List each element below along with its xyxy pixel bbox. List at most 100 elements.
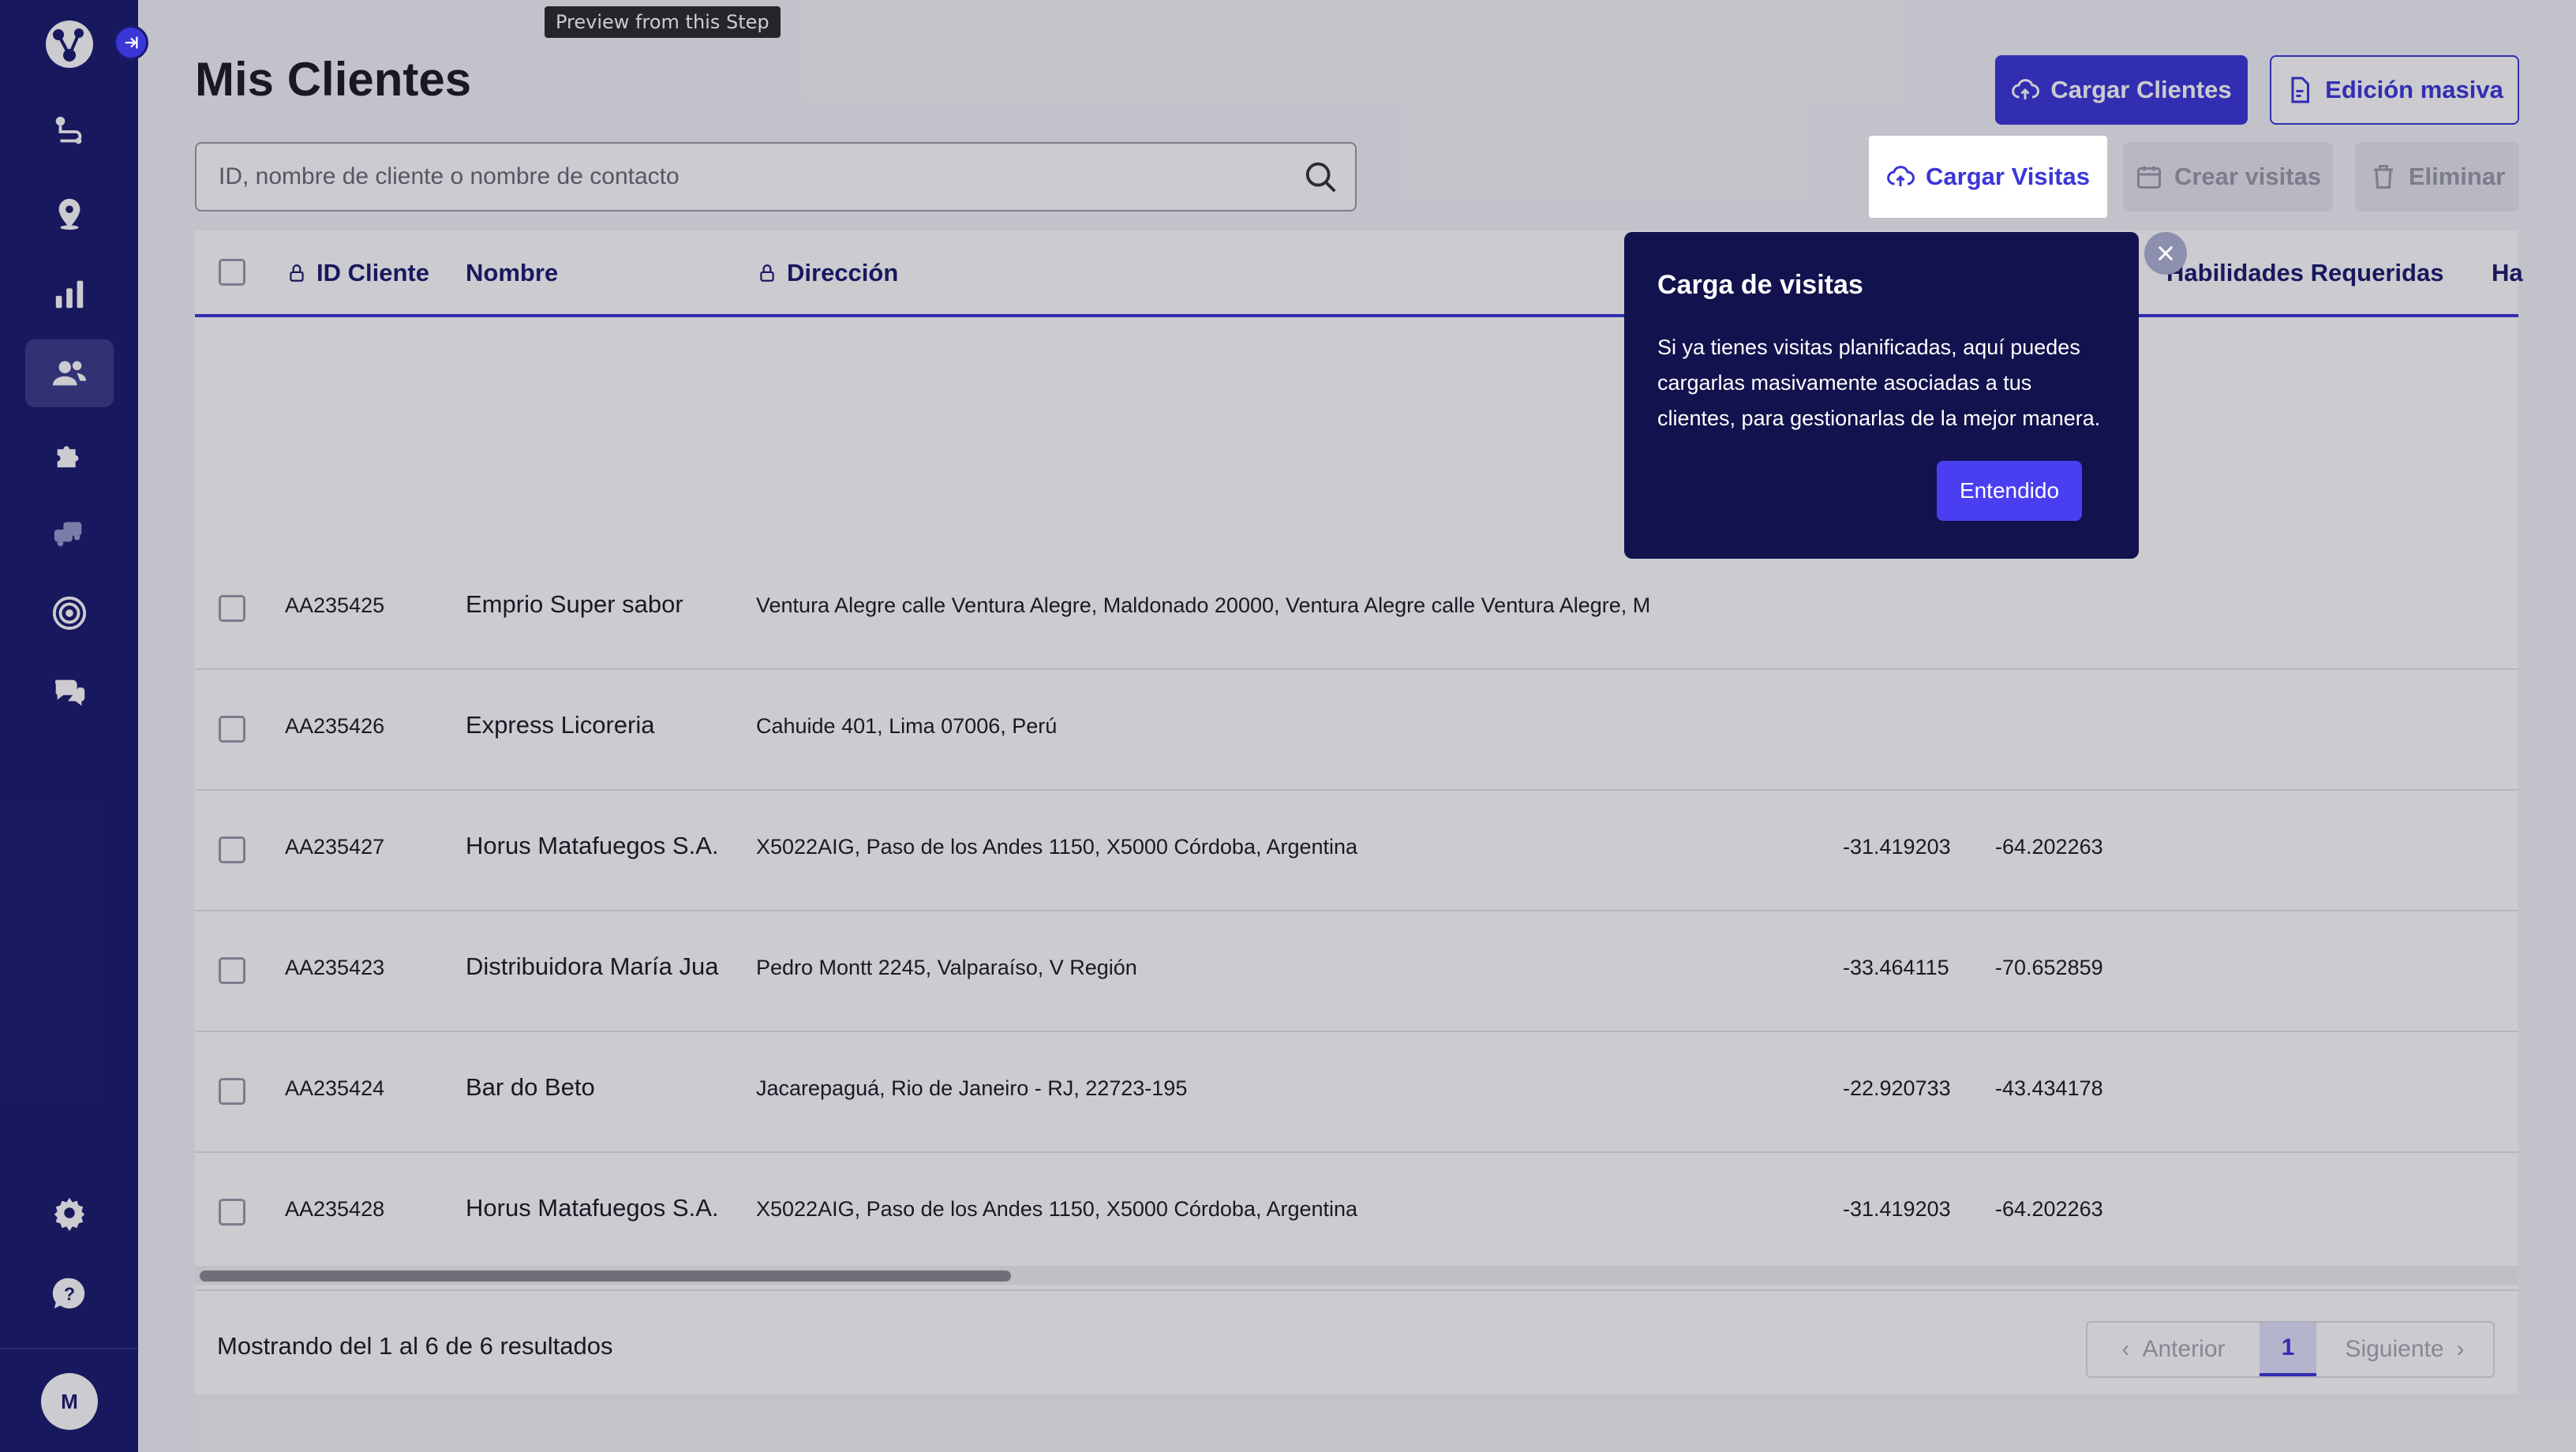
cargar-visitas-button[interactable]: Cargar Visitas xyxy=(1869,136,2107,218)
eliminar-label: Eliminar xyxy=(2408,163,2506,190)
row-checkbox[interactable] xyxy=(219,836,245,863)
onboarding-popover: Carga de visitas Si ya tienes visitas pl… xyxy=(1624,232,2139,559)
cell-direccion: X5022AIG, Paso de los Andes 1150, X5000 … xyxy=(756,1197,1358,1221)
chat-bubbles-icon xyxy=(54,679,85,706)
user-avatar[interactable]: M xyxy=(41,1373,98,1430)
cargar-clientes-label: Cargar Clientes xyxy=(2050,76,2232,103)
sidebar-item-analytics[interactable] xyxy=(25,260,114,328)
entendido-button[interactable]: Entendido xyxy=(1937,461,2082,521)
pagination-prev-button[interactable]: ‹ Anterior xyxy=(2087,1323,2260,1376)
row-checkbox[interactable] xyxy=(219,1199,245,1226)
sidebar-item-routes[interactable] xyxy=(25,98,114,166)
crear-visitas-button[interactable]: Crear visitas xyxy=(2123,142,2333,211)
table-row[interactable]: AA235426 Express Licoreria Cahuide 401, … xyxy=(195,670,2518,791)
popover-body: Si ya tienes visitas planificadas, aquí … xyxy=(1657,335,2101,430)
sidebar-item-integrations[interactable] xyxy=(25,420,114,488)
arrow-right-icon xyxy=(125,36,138,49)
cell-id: AA235425 xyxy=(285,593,385,617)
bar-chart-icon xyxy=(55,280,84,309)
cell-longitude: -64.202263 xyxy=(1995,835,2103,859)
cell-direccion: X5022AIG, Paso de los Andes 1150, X5000 … xyxy=(756,835,1358,859)
results-count: Mostrando del 1 al 6 de 6 resultados xyxy=(217,1332,613,1360)
lock-icon xyxy=(290,264,304,282)
chevron-right-icon: › xyxy=(2456,1336,2465,1362)
cell-direccion: Ventura Alegre calle Ventura Alegre, Mal… xyxy=(756,593,1651,617)
sidebar-item-chat[interactable] xyxy=(25,658,114,726)
row-checkbox[interactable] xyxy=(219,1078,245,1105)
column-header-ha[interactable]: Ha xyxy=(2492,259,2523,287)
sidebar-item-clients[interactable] xyxy=(25,339,114,407)
pagination-prev-label: Anterior xyxy=(2142,1336,2226,1362)
gear-icon xyxy=(54,1197,85,1231)
column-header-direccion[interactable]: Dirección xyxy=(757,259,898,287)
chevron-left-icon: ‹ xyxy=(2121,1336,2130,1362)
cell-direccion: Jacarepaguá, Rio de Janeiro - RJ, 22723-… xyxy=(756,1076,1188,1100)
column-ha-label: Ha xyxy=(2492,259,2523,286)
sidebar-item-fleet[interactable] xyxy=(25,499,114,567)
sidebar-item-map[interactable] xyxy=(25,180,114,248)
sidebar-item-settings[interactable] xyxy=(25,1179,114,1247)
crear-visitas-label: Crear visitas xyxy=(2174,163,2322,190)
cell-latitude: -31.419203 xyxy=(1843,1197,1951,1221)
cell-nombre: Bar do Beto xyxy=(466,1073,595,1101)
pagination-page-current[interactable]: 1 xyxy=(2260,1323,2316,1376)
brand-logo-icon[interactable] xyxy=(43,17,96,71)
puzzle-icon xyxy=(57,446,79,468)
row-checkbox[interactable] xyxy=(219,595,245,622)
row-checkbox[interactable] xyxy=(219,716,245,743)
sidebar-item-help[interactable]: ? xyxy=(25,1259,114,1327)
table-row[interactable]: AA235428 Horus Matafuegos S.A. X5022AIG,… xyxy=(195,1153,2518,1274)
trash-icon xyxy=(2373,165,2393,189)
cargar-clientes-button[interactable]: Cargar Clientes xyxy=(1995,55,2248,125)
cell-id: AA235428 xyxy=(285,1197,385,1221)
column-header-id[interactable]: ID Cliente xyxy=(286,259,429,287)
cell-direccion: Pedro Montt 2245, Valparaíso, V Región xyxy=(756,956,1137,979)
search-bar xyxy=(195,142,1357,211)
signal-icon xyxy=(52,596,87,631)
cargar-visitas-label: Cargar Visitas xyxy=(1926,163,2090,190)
cell-direccion: Cahuide 401, Lima 07006, Perú xyxy=(756,714,1058,738)
eliminar-button[interactable]: Eliminar xyxy=(2355,142,2519,211)
horizontal-scrollbar-thumb[interactable] xyxy=(200,1270,1011,1282)
table-row[interactable]: AA235427 Horus Matafuegos S.A. X5022AIG,… xyxy=(195,791,2518,911)
page-title: Mis Clientes xyxy=(195,53,472,106)
sidebar-collapse-button[interactable] xyxy=(114,25,148,60)
sidebar: ? M xyxy=(0,0,148,1452)
cell-nombre: Horus Matafuegos S.A. xyxy=(466,832,719,859)
pagination-next-label: Siguiente xyxy=(2345,1336,2444,1362)
pagination-next-button[interactable]: Siguiente › xyxy=(2316,1323,2493,1376)
column-header-nombre[interactable]: Nombre xyxy=(466,259,558,287)
cell-latitude: -33.464115 xyxy=(1843,956,1949,979)
table-row[interactable]: AA235425 Emprio Super sabor Ventura Aleg… xyxy=(195,549,2518,670)
users-icon xyxy=(52,361,87,386)
popover-title: Carga de visitas xyxy=(1657,270,1863,300)
search-icon[interactable] xyxy=(1303,159,1339,196)
cloud-upload-icon xyxy=(2012,79,2040,99)
location-pin-icon xyxy=(58,198,80,230)
row-checkbox[interactable] xyxy=(219,957,245,984)
edicion-masiva-button[interactable]: Edición masiva xyxy=(2270,55,2519,125)
popover-close-button[interactable] xyxy=(2144,232,2187,275)
column-header-habilidades[interactable]: Habilidades Requeridas xyxy=(2166,259,2443,287)
cell-id: AA235427 xyxy=(285,835,385,859)
cloud-upload-icon xyxy=(1887,166,1915,186)
close-icon xyxy=(2158,245,2174,261)
preview-step-tooltip: Preview from this Step xyxy=(545,6,781,38)
cell-latitude: -22.920733 xyxy=(1843,1076,1951,1100)
table-row[interactable]: AA235424 Bar do Beto Jacarepaguá, Rio de… xyxy=(195,1032,2518,1153)
cell-nombre: Distribuidora María Juan xyxy=(466,952,720,980)
column-direccion-label: Dirección xyxy=(787,259,899,286)
select-all-checkbox[interactable] xyxy=(219,259,245,286)
cell-nombre: Express Licoreria xyxy=(466,711,655,739)
cell-id: AA235424 xyxy=(285,1076,385,1100)
cell-latitude: -31.419203 xyxy=(1843,835,1951,859)
cell-longitude: -70.652859 xyxy=(1995,956,2103,979)
column-nombre-label: Nombre xyxy=(466,259,559,286)
column-id-label: ID Cliente xyxy=(316,259,429,286)
cell-longitude: -43.434178 xyxy=(1995,1076,2103,1100)
cell-nombre: Horus Matafuegos S.A. xyxy=(466,1194,719,1222)
table-row[interactable]: AA235423 Distribuidora María Juan Pedro … xyxy=(195,911,2518,1032)
help-icon: ? xyxy=(52,1278,85,1309)
search-input[interactable] xyxy=(219,159,1276,194)
sidebar-item-tracking[interactable] xyxy=(25,579,114,647)
